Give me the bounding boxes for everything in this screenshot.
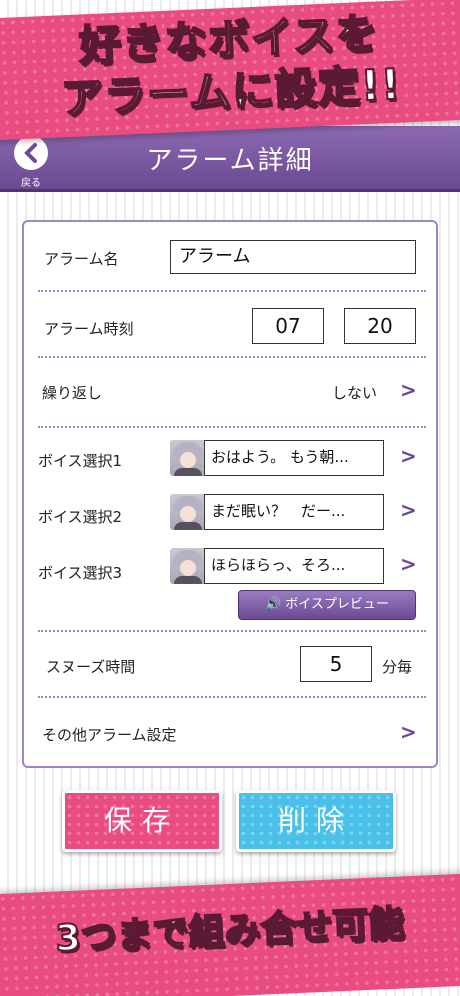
snooze-row: スヌーズ時間 5 分毎 <box>38 632 426 698</box>
delete-button[interactable]: 削除 <box>236 790 396 852</box>
promo-line-1-rest: を <box>334 8 381 61</box>
alarm-name-label: アラーム名 <box>44 250 119 268</box>
repeat-value: しない <box>332 384 378 402</box>
other-settings-row[interactable]: その他アラーム設定 > <box>38 698 426 768</box>
repeat-label: 繰り返し <box>42 384 103 402</box>
promo-highlight: 好きなボイス <box>77 9 338 71</box>
alarm-detail-card: アラーム名 アラーム アラーム時刻 07 20 繰り返し しない > ボイス選択… <box>22 220 438 768</box>
voice-select-1-field[interactable]: おはよう。 もう朝... <box>204 440 384 476</box>
other-settings-label: その他アラーム設定 <box>42 726 177 744</box>
promo-banner-top-text: 好きなボイスを アラームに設定!! <box>0 4 460 128</box>
voice-select-2-chevron-icon[interactable]: > <box>400 498 417 522</box>
alarm-name-row: アラーム名 アラーム <box>38 222 426 292</box>
voice-preview-label: ボイスプレビュー <box>285 597 389 612</box>
snooze-input[interactable]: 5 <box>300 646 372 682</box>
voice-select-2-field[interactable]: まだ眠い？ だー... <box>204 494 384 530</box>
voice-select-3-chevron-icon[interactable]: > <box>400 552 417 576</box>
voice-select-1-label: ボイス選択1 <box>38 452 123 470</box>
snooze-unit: 分毎 <box>382 658 413 676</box>
hour-input[interactable]: 07 <box>252 308 324 344</box>
voice-select-2-label: ボイス選択2 <box>38 508 123 526</box>
character-avatar <box>170 548 206 584</box>
snooze-label: スヌーズ時間 <box>46 658 136 676</box>
save-button[interactable]: 保存 <box>62 790 222 852</box>
alarm-time-row: アラーム時刻 07 20 <box>38 292 426 358</box>
speaker-icon: 🔊 <box>265 597 282 612</box>
voice-select-1-chevron-icon[interactable]: > <box>400 444 417 468</box>
alarm-name-input[interactable]: アラーム <box>170 240 416 274</box>
voice-select-3-label: ボイス選択3 <box>38 564 123 582</box>
character-avatar <box>170 440 206 476</box>
repeat-chevron-icon: > <box>400 378 417 402</box>
repeat-row[interactable]: 繰り返し しない > <box>38 358 426 428</box>
other-settings-chevron-icon: > <box>400 720 417 744</box>
minute-input[interactable]: 20 <box>344 308 416 344</box>
alarm-time-label: アラーム時刻 <box>44 320 134 338</box>
voice-preview-button[interactable]: 🔊 ボイスプレビュー <box>238 590 416 620</box>
voice-select-3-field[interactable]: ほらほらっ、そろ... <box>204 548 384 584</box>
character-avatar <box>170 494 206 530</box>
page-title: アラーム詳細 <box>146 146 314 176</box>
